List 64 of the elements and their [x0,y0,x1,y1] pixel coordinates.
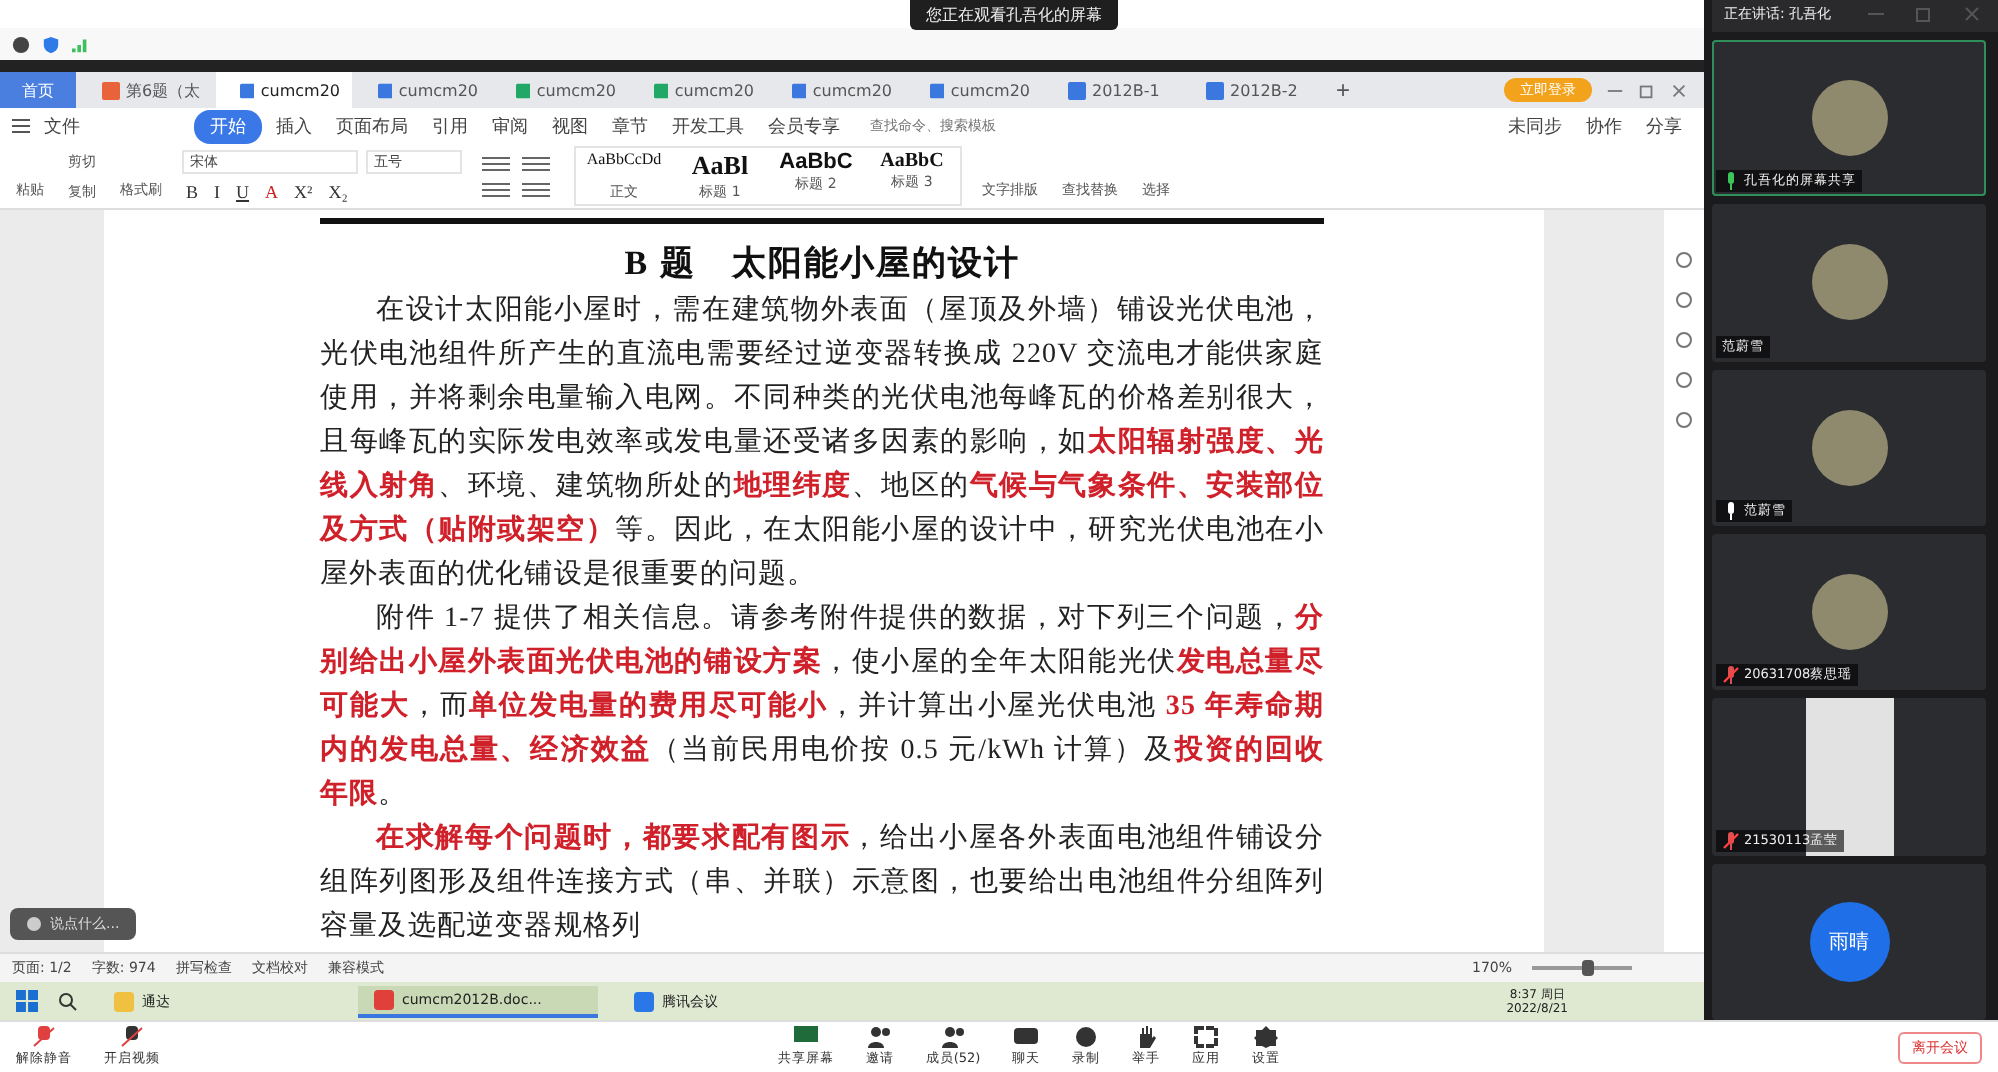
format-button[interactable]: I [210,179,225,203]
file-icon [1206,81,1224,99]
format-button[interactable]: X² [290,179,317,203]
close-icon[interactable] [1670,81,1688,99]
viewer-banner: 您正在观看孔吾化的屏幕 [910,0,1118,30]
toolbar-action[interactable]: 协作 [1576,111,1632,141]
format-button[interactable]: X₂ [324,179,352,203]
toolbar-action[interactable]: 分享 [1636,111,1692,141]
format-button[interactable]: U [232,179,254,203]
microphone-icon [32,1026,56,1048]
new-tab-button[interactable]: + [1320,72,1367,108]
app-icon [114,991,134,1011]
people-icon [867,1026,892,1048]
menu-tab[interactable]: 会员专享 [758,111,850,141]
info-icon[interactable] [12,35,30,53]
avatar-placeholder [1811,244,1887,321]
menu-tab[interactable]: 视图 [542,111,598,141]
app-icon [374,989,394,1009]
menu-tab[interactable]: 审阅 [482,111,538,141]
avatar-placeholder [1811,80,1887,157]
smiley-icon[interactable] [26,916,42,932]
paragraph: 附件 1-7 提供了相关信息。请参考附件提供的数据，对下列三个问题，分别给出小屋外表面光伏电池的铺设方案，使小屋的全年太阳能光伏发电总量尽可能大，而单位发电量的费用尽可能小，并计算出小屋光伏电池 35 年寿命期内的发电总量、经济效益（当前民用电价按 0.5 元/kWh 计算）及投资的回收年限。 [320,600,1324,814]
menu-tab[interactable]: 引用 [422,111,478,141]
document-title: B 题 太阳能小屋的设计 [622,242,1022,286]
menu-tab[interactable]: 插入 [266,111,322,141]
file-icon [930,81,945,99]
avatar-placeholder [1811,409,1887,486]
hand-icon [1134,1026,1159,1048]
name-avatar: 雨晴 [1809,901,1889,982]
file-icon [102,81,120,99]
zoom-thumb[interactable] [1581,960,1593,976]
file-icon [654,81,669,99]
camera-icon [120,1026,144,1048]
file-icon [516,81,531,99]
paragraph: 在求解每个问题时，都要求配有图示，给出小屋各外表面电池组件铺设分组阵列图形及组件连接方式（串、并联）示意图，也要给出电池组件分组阵列容量及选配逆变器规格列 [320,820,1324,946]
app-icon [634,991,654,1011]
file-menu[interactable]: 文件 [34,111,90,141]
format-button[interactable]: B [182,179,203,203]
search-icon[interactable] [58,991,78,1011]
file-icon [1068,81,1086,99]
menu-tab[interactable]: 页面布局 [326,111,418,141]
screen-icon [793,1026,818,1048]
format-button[interactable]: A [261,179,283,203]
file-icon [240,81,255,99]
windows-icon[interactable] [16,990,38,1012]
shield-icon[interactable] [42,35,60,53]
toolbar-action[interactable]: 未同步 [1498,111,1572,141]
record-icon [1074,1026,1099,1048]
menu-tab[interactable]: 开发工具 [662,111,754,141]
gear-icon [1254,1026,1279,1048]
chat-icon [1014,1026,1039,1048]
restore-icon[interactable] [1638,81,1656,99]
menu-icon[interactable] [12,118,30,134]
document-tab[interactable]: 首页 [0,72,76,108]
menu-tab[interactable]: 开始 [194,109,262,143]
grid-icon [1194,1026,1219,1048]
paragraph: 在设计太阳能小屋时，需在建筑物外表面（屋顶及外墙）铺设光伏电池，光伏电池组件所产生的直流电需要经过逆变器转换成 220V 交流电才能供家庭使用，并将剩余电量输入电网。不同种类的光伏电池每峰瓦的价格差别很大，且每峰瓦的实际发电效率或发电量还受诸多因素的影响，如太阳辐射强度、光线入射角、环境、建筑物所处的地理纬度、地区的气候与气象条件、安装部位及方式（贴附或架空）等。因此，在太阳能小屋的设计中，研究光伏电池在小屋外表面的优化铺设是很重要的问题。 [320,293,1324,594]
signal-icon [72,35,90,53]
document-tab[interactable]: cumcm20 [216,72,352,108]
menu-tab[interactable]: 章节 [602,111,658,141]
file-icon [378,81,393,99]
people-icon [941,1026,965,1048]
avatar-placeholder [1811,574,1887,651]
file-icon [792,81,807,99]
